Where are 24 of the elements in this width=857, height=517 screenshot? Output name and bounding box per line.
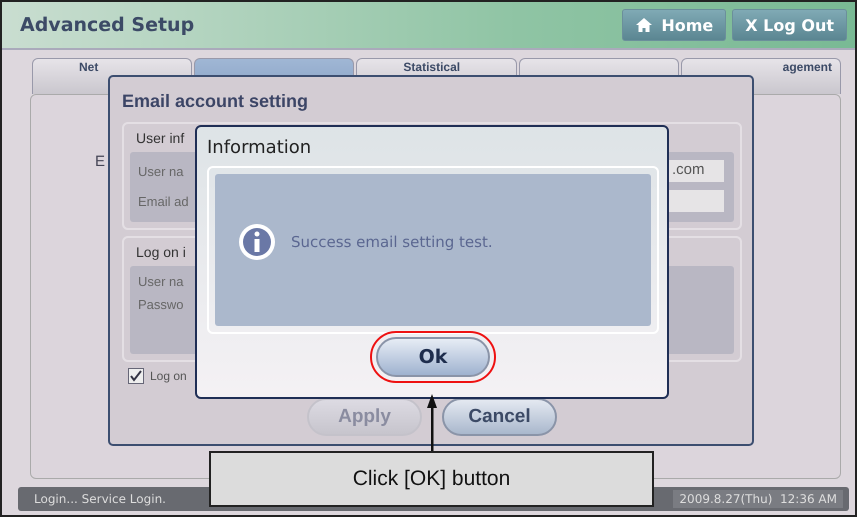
cancel-button[interactable]: Cancel xyxy=(442,398,557,436)
field-label: User na xyxy=(138,164,184,178)
message-text: Success email setting test. xyxy=(291,233,493,251)
pointer-arrow xyxy=(425,392,439,452)
dialog-title: Email account setting xyxy=(122,91,310,112)
input-field[interactable]: .com xyxy=(668,160,724,182)
dialog-title: Information xyxy=(207,137,312,158)
callout-text: Click [OK] button xyxy=(209,451,654,507)
section-title: User inf xyxy=(136,130,184,146)
status-clock: 2009.8.27(Thu) 12:36 AM xyxy=(673,490,843,508)
field-label: Passwo xyxy=(138,297,184,312)
status-text: Login... Service Login. xyxy=(34,492,166,506)
home-icon xyxy=(635,17,654,33)
input-field[interactable] xyxy=(668,190,724,212)
panel-label: E xyxy=(95,153,106,170)
field-label: User na xyxy=(138,274,184,289)
app-title: Advanced Setup xyxy=(20,14,194,36)
home-button[interactable]: Home xyxy=(622,9,726,41)
section-title: Log on i xyxy=(136,244,186,260)
field-label: Email ad xyxy=(138,194,189,208)
logout-button[interactable]: X Log Out xyxy=(732,9,847,41)
info-icon xyxy=(237,222,277,262)
checkbox[interactable] xyxy=(128,368,144,384)
checkbox-label: Log on xyxy=(150,369,187,383)
